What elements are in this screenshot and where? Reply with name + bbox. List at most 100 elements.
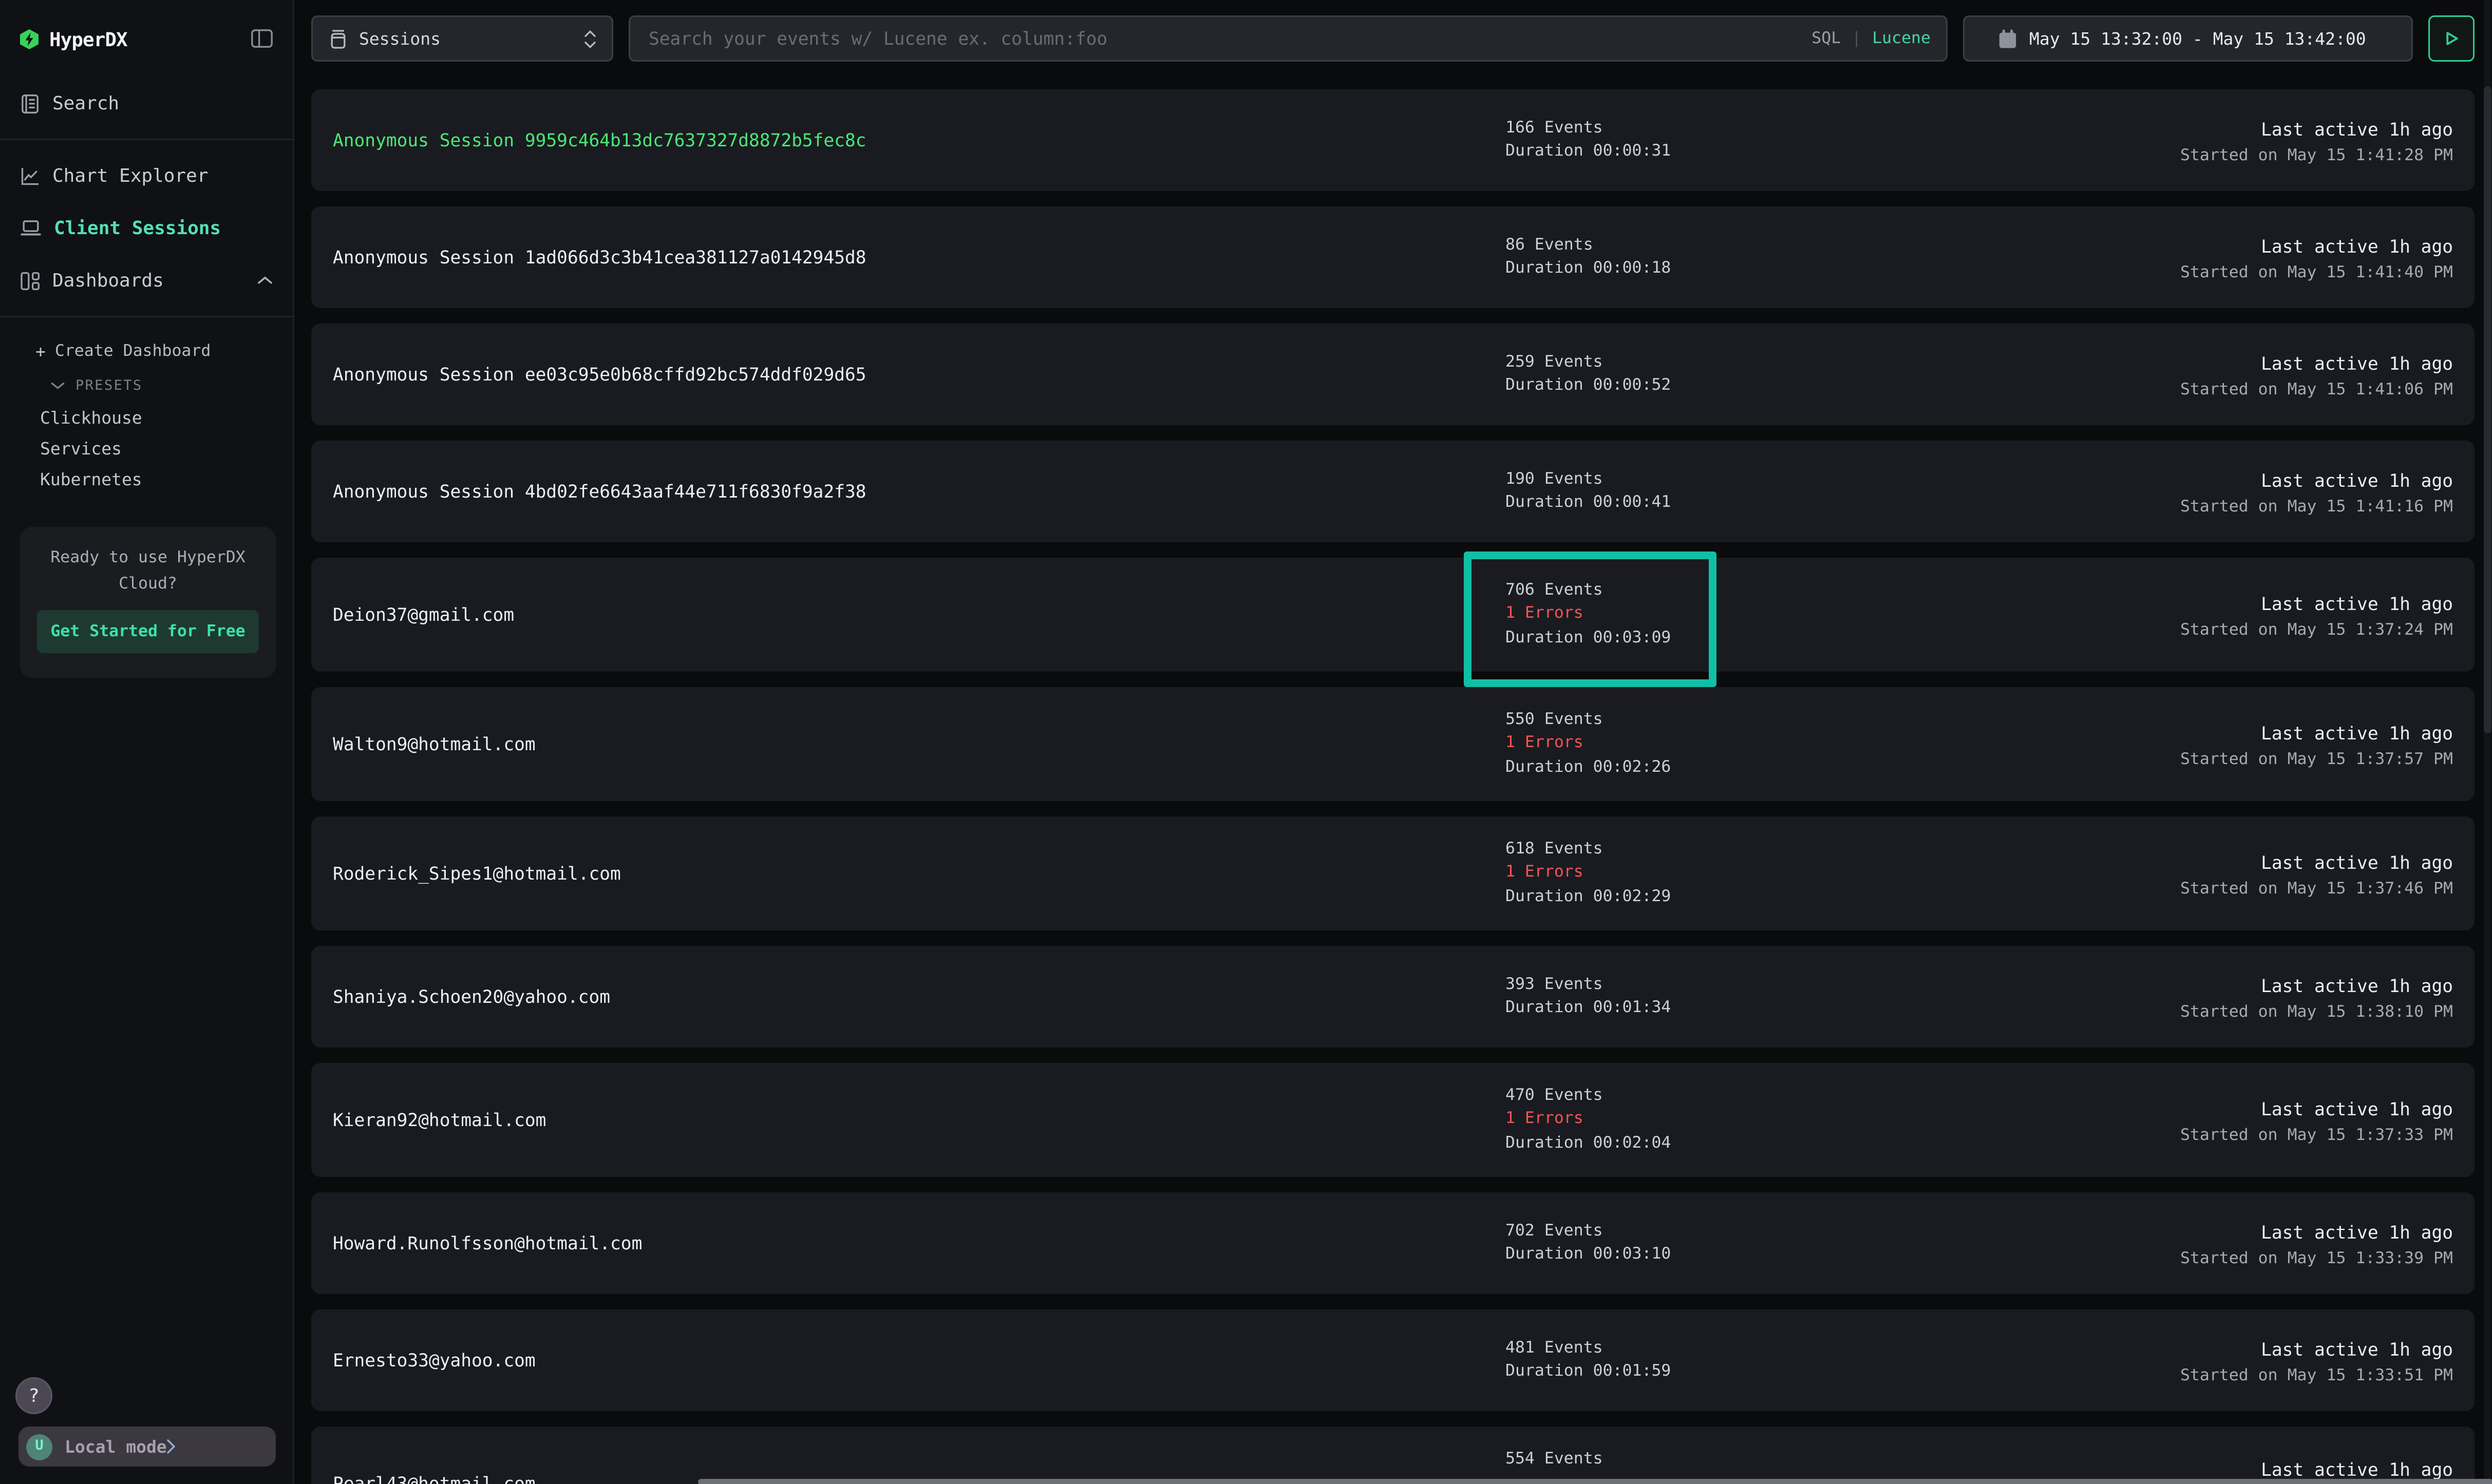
- sidebar-item-label: Search: [52, 92, 119, 114]
- session-last-active: Last active 1h ago: [2180, 117, 2453, 141]
- session-duration: Duration 00:01:34: [1505, 997, 1671, 1021]
- session-row[interactable]: Shaniya.Schoen20@yahoo.com 393 Events Du…: [311, 946, 2475, 1048]
- sidebar-item-dashboards[interactable]: Dashboards: [0, 254, 293, 307]
- session-duration: Duration 00:03:09: [1505, 626, 1671, 651]
- chevron-right-icon: [167, 1439, 176, 1454]
- sidebar-item-chart-explorer[interactable]: Chart Explorer: [0, 149, 293, 202]
- sidebar-item-search[interactable]: Search: [0, 77, 293, 129]
- chevron-down-icon: [51, 382, 65, 390]
- sql-mode-toggle[interactable]: SQL: [1811, 29, 1841, 48]
- session-row[interactable]: Anonymous Session ee03c95e0b68cffd92bc57…: [311, 324, 2475, 425]
- session-events: 166 Events: [1505, 117, 1671, 141]
- local-mode-button[interactable]: U Local mode: [18, 1426, 276, 1467]
- source-select[interactable]: Sessions: [311, 15, 613, 62]
- create-dashboard-label: Create Dashboard: [55, 342, 211, 360]
- presets-toggle[interactable]: PRESETS: [0, 370, 293, 402]
- help-button[interactable]: ?: [15, 1377, 52, 1414]
- user-avatar: U: [26, 1434, 52, 1460]
- session-started: Started on May 15 1:41:16 PM: [2180, 497, 2453, 516]
- date-range-value: May 15 13:32:00 - May 15 13:42:00: [2029, 29, 2366, 49]
- sidebar-collapse-button[interactable]: [251, 29, 273, 48]
- hyperdx-logo-icon: [20, 29, 39, 49]
- session-row[interactable]: Anonymous Session 9959c464b13dc7637327d8…: [311, 89, 2475, 191]
- vertical-scrollbar-thumb[interactable]: [2484, 86, 2491, 733]
- session-started: Started on May 15 1:37:57 PM: [2180, 750, 2453, 768]
- session-row[interactable]: Anonymous Session 1ad066d3c3b41cea381127…: [311, 206, 2475, 308]
- session-row[interactable]: Ernesto33@yahoo.com 481 Events Duration …: [311, 1309, 2475, 1411]
- presets-label: PRESETS: [75, 378, 143, 394]
- session-duration: Duration 00:00:31: [1505, 140, 1671, 164]
- get-started-button[interactable]: Get Started for Free: [37, 610, 259, 653]
- session-events: 190 Events: [1505, 468, 1671, 492]
- session-name: Roderick_Sipes1@hotmail.com: [333, 863, 1505, 884]
- session-started: Started on May 15 1:37:46 PM: [2180, 879, 2453, 898]
- search-bar[interactable]: SQL | Lucene: [629, 15, 1948, 62]
- session-errors: 1 Errors: [1505, 862, 1671, 886]
- session-started: Started on May 15 1:37:33 PM: [2180, 1126, 2453, 1144]
- sidebar-item-services[interactable]: Services: [0, 433, 293, 464]
- session-duration: Duration 00:03:10: [1505, 1243, 1671, 1267]
- session-events: 470 Events: [1505, 1084, 1671, 1108]
- session-events: 706 Events: [1505, 579, 1671, 603]
- session-row[interactable]: Anonymous Session 4bd02fe6643aaf44e711f6…: [311, 441, 2475, 542]
- lucene-mode-toggle[interactable]: Lucene: [1872, 29, 1931, 48]
- plus-icon: +: [35, 341, 46, 362]
- session-duration: Duration 00:00:41: [1505, 491, 1671, 516]
- play-icon: [2442, 29, 2461, 48]
- create-dashboard-button[interactable]: + Create Dashboard: [0, 333, 293, 370]
- sidebar-item-client-sessions[interactable]: Client Sessions: [0, 202, 293, 254]
- dashboards-submenu: + Create Dashboard PRESETS Clickhouse Se…: [0, 327, 293, 494]
- horizontal-scrollbar-thumb[interactable]: [698, 1479, 2492, 1484]
- session-name: Shaniya.Schoen20@yahoo.com: [333, 986, 1505, 1007]
- session-name: Deion37@gmail.com: [333, 604, 1505, 625]
- session-name: Anonymous Session 4bd02fe6643aaf44e711f6…: [333, 481, 1505, 502]
- topbar: Sessions SQL | Lucene May 15 13:32:00 - …: [311, 15, 2475, 62]
- dashboard-grid-icon: [20, 271, 40, 291]
- session-errors: 1 Errors: [1505, 603, 1671, 627]
- session-errors: 1 Errors: [1505, 1108, 1671, 1132]
- sidebar-item-kubernetes[interactable]: Kubernetes: [0, 464, 293, 494]
- session-events: 554 Events: [1505, 1448, 1603, 1472]
- session-duration: Duration 00:02:04: [1505, 1132, 1671, 1156]
- session-row[interactable]: Kieran92@hotmail.com 470 Events 1 Errors…: [311, 1063, 2475, 1177]
- cloud-promo-card: Ready to use HyperDX Cloud? Get Started …: [20, 527, 276, 678]
- sidebar-divider: [0, 316, 293, 317]
- session-name: Anonymous Session 9959c464b13dc7637327d8…: [333, 129, 1505, 151]
- session-row[interactable]: Howard.Runolfsson@hotmail.com 702 Events…: [311, 1192, 2475, 1294]
- session-row[interactable]: Pearl43@hotmail.com 554 Events Last acti…: [311, 1426, 2475, 1484]
- session-name: Howard.Runolfsson@hotmail.com: [333, 1232, 1505, 1254]
- session-last-active: Last active 1h ago: [2180, 351, 2453, 375]
- sidebar-item-label: Dashboards: [52, 270, 164, 291]
- session-duration: Duration 00:02:29: [1505, 885, 1671, 909]
- session-started: Started on May 15 1:41:28 PM: [2180, 146, 2453, 164]
- session-errors: 1 Errors: [1505, 732, 1671, 756]
- calendar-icon: [1998, 29, 2017, 49]
- session-duration: Duration 00:01:59: [1505, 1360, 1671, 1384]
- chart-line-icon: [20, 166, 40, 186]
- session-row[interactable]: Roderick_Sipes1@hotmail.com 618 Events 1…: [311, 816, 2475, 930]
- sidebar-item-clickhouse[interactable]: Clickhouse: [0, 402, 293, 433]
- session-row[interactable]: Deion37@gmail.com 706 Events 1 Errors Du…: [311, 558, 2475, 672]
- sidebar-header: HyperDX: [0, 0, 293, 77]
- app-root: HyperDX Search Chart Explorer C: [0, 0, 2492, 1484]
- sidebar-item-label: Client Sessions: [54, 217, 221, 239]
- session-events: 259 Events: [1505, 351, 1671, 375]
- session-last-active: Last active 1h ago: [2180, 850, 2453, 874]
- local-mode-label: Local mode: [65, 1437, 167, 1457]
- date-range-picker[interactable]: May 15 13:32:00 - May 15 13:42:00: [1963, 15, 2413, 62]
- mode-divider: |: [1852, 29, 1861, 48]
- session-started: Started on May 15 1:37:24 PM: [2180, 620, 2453, 639]
- session-last-active: Last active 1h ago: [2180, 234, 2453, 258]
- session-started: Started on May 15 1:41:06 PM: [2180, 380, 2453, 398]
- session-last-active: Last active 1h ago: [2180, 1337, 2453, 1361]
- sidebar: HyperDX Search Chart Explorer C: [0, 0, 294, 1484]
- cloud-promo-text: Cloud?: [35, 572, 260, 598]
- session-duration: Duration 00:00:18: [1505, 257, 1671, 281]
- session-row[interactable]: Walton9@hotmail.com 550 Events 1 Errors …: [311, 687, 2475, 801]
- session-name: Anonymous Session 1ad066d3c3b41cea381127…: [333, 246, 1505, 268]
- session-last-active: Last active 1h ago: [2180, 1220, 2453, 1244]
- run-search-button[interactable]: [2428, 15, 2475, 62]
- sidebar-item-label: Chart Explorer: [52, 165, 208, 186]
- search-input[interactable]: [630, 28, 1811, 49]
- session-duration: Duration 00:02:26: [1505, 756, 1671, 780]
